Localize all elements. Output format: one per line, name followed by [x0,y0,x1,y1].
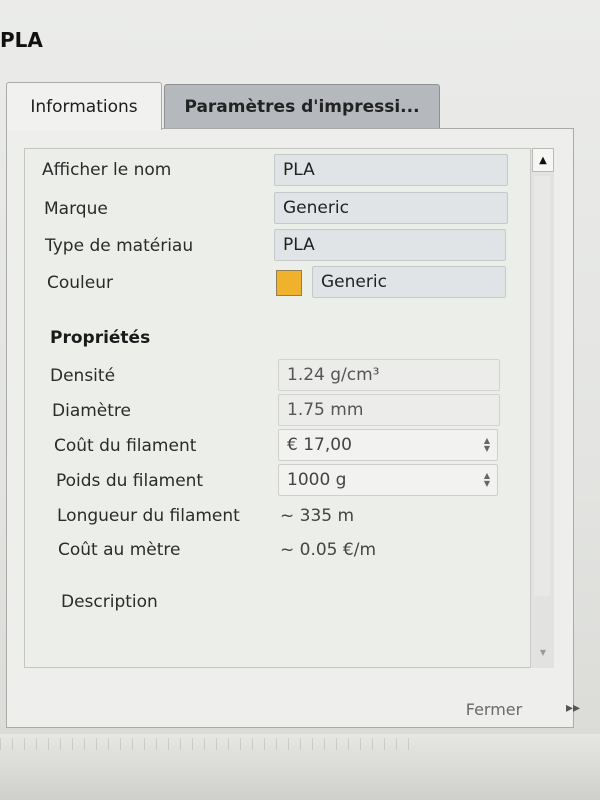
color-name-field[interactable]: Generic [312,266,506,298]
scroll-up-arrow-icon[interactable]: ▲ [532,148,554,172]
filament-cost-spinbox[interactable]: € 17,00 ▲ ▼ [278,429,498,461]
description-label: Description [61,592,158,612]
display-name-label: Afficher le nom [42,160,172,180]
filament-weight-value: 1000 g [287,470,347,490]
brand-label: Marque [44,199,108,219]
tab-informations[interactable]: Informations [6,82,162,130]
close-button[interactable]: Fermer [446,694,542,724]
filament-weight-spinbox[interactable]: 1000 g ▲ ▼ [278,464,498,496]
scroll-down-arrow-icon[interactable]: ▼ [535,644,551,660]
tab-informations-label: Informations [30,96,138,117]
tab-print-settings-label: Paramètres d'impressi... [184,96,420,117]
filament-length-value: ~ 335 m [280,506,355,526]
display-name-field[interactable]: PLA [274,154,508,186]
window-title: PLA [0,28,43,52]
brand-field[interactable]: Generic [274,192,508,224]
material-preferences-window: PLA Paramètres d'impressi... Information… [0,0,600,800]
properties-section-title: Propriétés [50,328,151,348]
density-label: Densité [50,366,116,386]
tab-print-settings[interactable]: Paramètres d'impressi... [164,84,440,128]
scrollbar-track[interactable] [534,176,550,596]
color-swatch[interactable] [276,270,302,296]
filament-cost-value: € 17,00 [287,435,352,455]
spin-updown-icon[interactable]: ▲ ▼ [481,471,493,489]
resize-grip[interactable]: ▸▸ [566,700,580,716]
material-type-label: Type de matériau [45,236,194,256]
diameter-label: Diamètre [52,401,131,421]
density-field: 1.24 g/cm³ [278,359,500,391]
diameter-field: 1.75 mm [278,394,500,426]
filament-cost-label: Coût du filament [54,436,197,456]
spin-updown-icon[interactable]: ▲ ▼ [481,436,493,454]
vertical-scrollbar[interactable]: ▲ ▼ [530,148,554,668]
filament-weight-label: Poids du filament [56,471,204,491]
cost-per-meter-value: ~ 0.05 €/m [280,540,377,560]
background-ruler [0,738,420,750]
filament-length-label: Longueur du filament [57,506,240,526]
material-type-field[interactable]: PLA [274,229,506,261]
cost-per-meter-label: Coût au mètre [58,540,181,560]
color-label: Couleur [47,273,113,293]
